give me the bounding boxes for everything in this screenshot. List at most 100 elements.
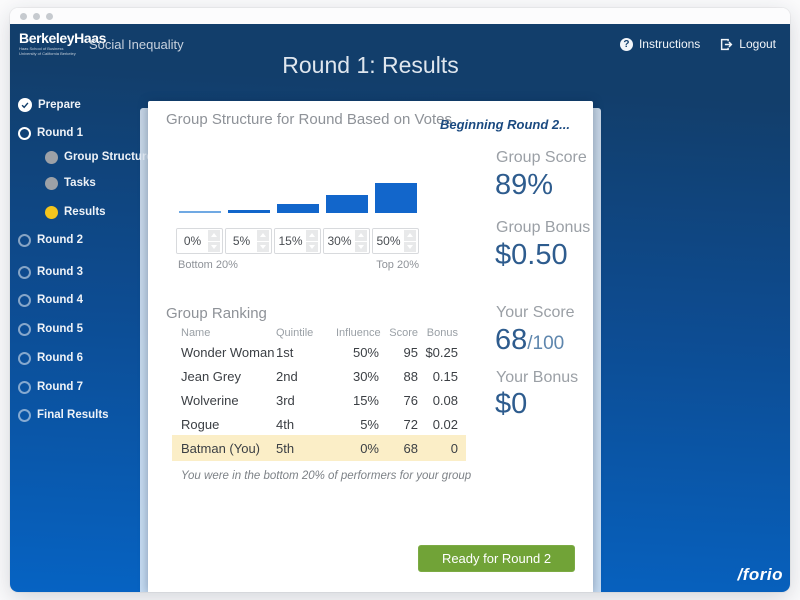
traffic-light-maximize-icon[interactable] — [46, 13, 53, 20]
radio-circle-icon — [18, 234, 31, 247]
influence-input-q2[interactable] — [226, 229, 257, 253]
cell-bonus: 0 — [418, 441, 458, 456]
sidebar-item-round-7[interactable]: Round 7 — [18, 379, 83, 395]
radio-circle-icon — [18, 266, 31, 279]
cell-quintile: 2nd — [276, 369, 336, 384]
group-score-value: 89% — [495, 169, 553, 202]
check-circle-icon — [18, 98, 32, 112]
table-row: Wolverine 3rd 15% 76 0.08 — [172, 388, 466, 412]
increment-button[interactable] — [306, 230, 318, 241]
cell-bonus: 0.15 — [418, 369, 458, 384]
sidebar-item-label: Round 1 — [37, 127, 83, 139]
influence-input-q1[interactable] — [177, 229, 208, 253]
traffic-light-minimize-icon[interactable] — [33, 13, 40, 20]
quintile-bar-5 — [375, 183, 417, 213]
sidebar-item-group-structure[interactable]: Group Structure — [45, 149, 153, 165]
influence-spinner-q4 — [323, 228, 370, 254]
your-bonus-label: Your Bonus — [496, 369, 578, 387]
instructions-button[interactable]: ? Instructions — [620, 37, 700, 51]
sidebar-item-prepare[interactable]: Prepare — [18, 97, 81, 113]
sidebar-item-round-6[interactable]: Round 6 — [18, 350, 83, 366]
cell-score: 72 — [379, 417, 418, 432]
decrement-button[interactable] — [355, 242, 367, 253]
instructions-label: Instructions — [639, 37, 700, 51]
your-score-value: 68/100 — [495, 324, 564, 357]
sidebar-item-round-4[interactable]: Round 4 — [18, 292, 83, 308]
radio-circle-icon — [18, 127, 31, 140]
cell-influence: 15% — [336, 393, 379, 408]
sidebar-item-label: Round 6 — [37, 352, 83, 364]
sidebar-item-round-5[interactable]: Round 5 — [18, 321, 83, 337]
increment-button[interactable] — [404, 230, 416, 241]
influence-spinner-q1 — [176, 228, 223, 254]
cell-influence: 50% — [336, 345, 379, 360]
influence-bar-chart — [176, 159, 419, 213]
cell-quintile: 4th — [276, 417, 336, 432]
cell-score: 88 — [379, 369, 418, 384]
chart-axis-labels: Bottom 20% Top 20% — [178, 259, 419, 271]
influence-input-q3[interactable] — [275, 229, 306, 253]
col-header-name: Name — [181, 327, 276, 339]
cell-quintile: 3rd — [276, 393, 336, 408]
sidebar-item-round-1[interactable]: Round 1 — [18, 125, 83, 141]
sidebar-item-tasks[interactable]: Tasks — [45, 175, 96, 191]
cell-name: Batman (You) — [181, 441, 276, 456]
cell-bonus: 0.08 — [418, 393, 458, 408]
active-step-dot-icon — [45, 206, 58, 219]
sidebar-item-label: Results — [64, 206, 106, 218]
sidebar-item-results[interactable]: Results — [45, 204, 106, 220]
increment-button[interactable] — [208, 230, 220, 241]
quintile-bar-2 — [228, 210, 270, 213]
step-dot-icon — [45, 177, 58, 190]
cell-name: Wolverine — [181, 393, 276, 408]
sidebar-item-label: Round 4 — [37, 294, 83, 306]
influence-spinners — [176, 228, 419, 254]
results-card: Group Structure for Round Based on Votes… — [148, 101, 593, 592]
influence-input-q4[interactable] — [324, 229, 355, 253]
forio-logo[interactable]: /forio — [738, 565, 784, 585]
increment-button[interactable] — [257, 230, 269, 241]
traffic-light-close-icon[interactable] — [20, 13, 27, 20]
group-bonus-value: $0.50 — [495, 239, 568, 272]
group-bonus-label: Group Bonus — [496, 219, 590, 237]
header-nav: ? Instructions Logout — [620, 37, 776, 51]
col-header-quintile: Quintile — [276, 327, 336, 339]
cell-name: Jean Grey — [181, 369, 276, 384]
influence-spinner-q3 — [274, 228, 321, 254]
cell-bonus: 0.02 — [418, 417, 458, 432]
increment-button[interactable] — [355, 230, 367, 241]
col-header-score: Score — [379, 327, 418, 339]
round-transition-status: Beginning Round 2... — [440, 117, 570, 132]
window-titlebar[interactable] — [10, 8, 790, 24]
radio-circle-icon — [18, 294, 31, 307]
bottom-20-label: Bottom 20% — [178, 259, 238, 271]
sidebar-item-label: Round 7 — [37, 381, 83, 393]
quintile-bar-4 — [326, 195, 368, 213]
sidebar-item-final-results[interactable]: Final Results — [18, 407, 109, 423]
quintile-bar-1 — [179, 211, 221, 213]
decrement-button[interactable] — [306, 242, 318, 253]
decrement-button[interactable] — [404, 242, 416, 253]
sidebar-item-label: Round 2 — [37, 234, 83, 246]
cell-quintile: 1st — [276, 345, 336, 360]
logout-button[interactable]: Logout — [720, 37, 776, 51]
influence-input-q5[interactable] — [373, 229, 404, 253]
sidebar-item-round-2[interactable]: Round 2 — [18, 232, 83, 248]
influence-spinner-q5 — [372, 228, 419, 254]
app-window: BerkeleyHaas Haas School of Business Uni… — [10, 8, 790, 592]
cell-influence: 0% — [336, 441, 379, 456]
sidebar-item-label: Round 3 — [37, 266, 83, 278]
sidebar-item-label: Prepare — [38, 99, 81, 111]
table-row: Rogue 4th 5% 72 0.02 — [172, 412, 466, 436]
radio-circle-icon — [18, 352, 31, 365]
cell-name: Wonder Woman — [181, 345, 276, 360]
logout-icon — [720, 38, 733, 51]
your-score-max: /100 — [527, 333, 564, 354]
decrement-button[interactable] — [208, 242, 220, 253]
table-row: Wonder Woman 1st 50% 95 $0.25 — [172, 340, 466, 364]
decrement-button[interactable] — [257, 242, 269, 253]
sidebar-item-round-3[interactable]: Round 3 — [18, 264, 83, 280]
cell-bonus: $0.25 — [418, 345, 458, 360]
ready-for-round-2-button[interactable]: Ready for Round 2 — [418, 545, 575, 572]
chart-section-title: Group Structure for Round Based on Votes — [166, 111, 452, 128]
